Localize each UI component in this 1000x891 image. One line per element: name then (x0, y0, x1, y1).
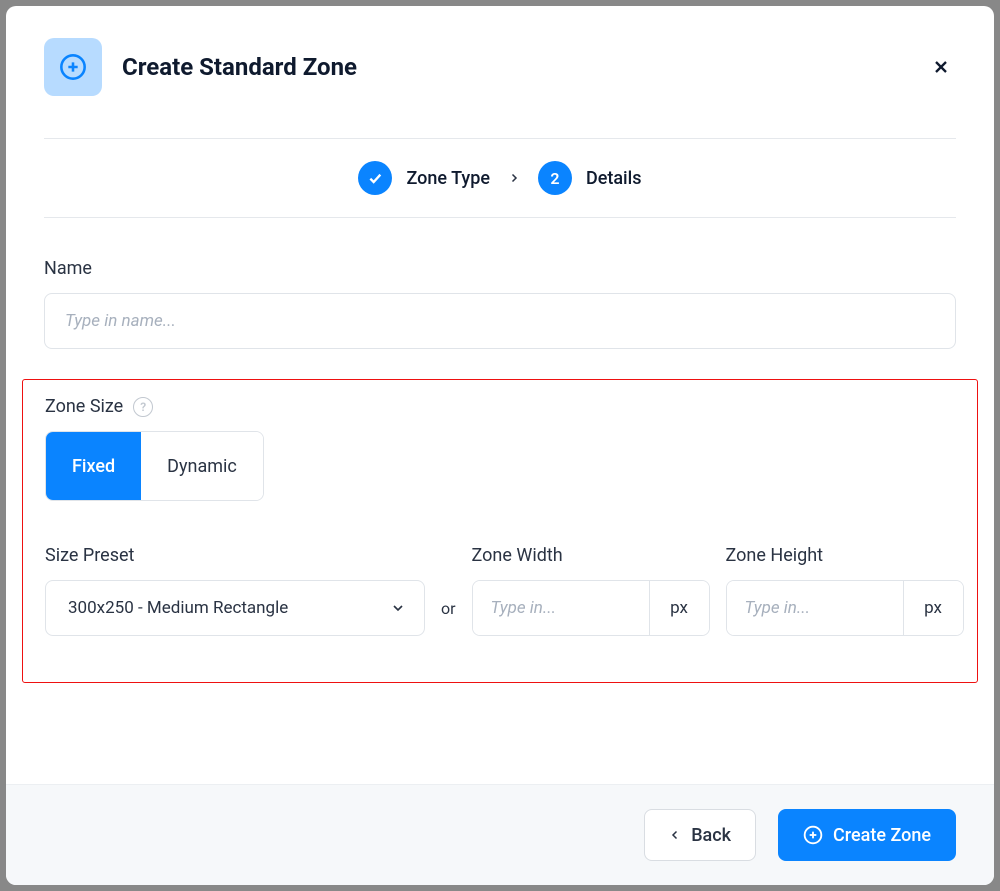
size-preset-select[interactable]: 300x250 - Medium Rectangle (45, 580, 425, 636)
step-label: Zone Type (406, 168, 489, 189)
zone-height-unit: px (903, 581, 963, 635)
create-zone-button-label: Create Zone (833, 825, 931, 846)
zone-width-label: Zone Width (472, 545, 710, 566)
close-button[interactable] (926, 52, 956, 82)
zone-height-field: Zone Height px (726, 545, 964, 636)
zone-size-fixed-button[interactable]: Fixed (46, 432, 141, 500)
zone-width-input-wrap: px (472, 580, 710, 636)
step-details[interactable]: 2 Details (538, 161, 642, 195)
zone-size-toggle: Fixed Dynamic (45, 431, 264, 501)
size-preset-field: Size Preset 300x250 - Medium Rectangle (45, 545, 425, 636)
zone-size-section: Zone Size ? Fixed Dynamic Size Preset 30… (22, 379, 978, 683)
chevron-right-icon (508, 172, 520, 184)
close-icon (931, 57, 951, 77)
create-zone-modal: Create Standard Zone Zone Type (6, 6, 994, 885)
modal-body: Create Standard Zone Zone Type (6, 6, 994, 784)
zone-width-field: Zone Width px (472, 545, 710, 636)
zone-height-label: Zone Height (726, 545, 964, 566)
step-label: Details (586, 168, 642, 189)
zone-height-input-wrap: px (726, 580, 964, 636)
zone-width-input[interactable] (473, 581, 649, 635)
help-icon[interactable]: ? (133, 397, 153, 417)
back-button[interactable]: Back (644, 809, 756, 861)
step-zone-type[interactable]: Zone Type (358, 161, 489, 195)
check-icon (358, 161, 392, 195)
or-text: or (441, 580, 456, 636)
chevron-down-icon (390, 600, 406, 616)
zone-height-input[interactable] (727, 581, 903, 635)
step-number: 2 (538, 161, 572, 195)
zone-size-label-text: Zone Size (45, 396, 123, 417)
plus-circle-icon (803, 825, 823, 845)
size-row: Size Preset 300x250 - Medium Rectangle o… (45, 545, 955, 636)
zone-size-dynamic-button[interactable]: Dynamic (141, 432, 263, 500)
plus-circle-icon (44, 38, 102, 96)
size-preset-value: 300x250 - Medium Rectangle (68, 598, 288, 618)
modal-title: Create Standard Zone (122, 53, 906, 81)
name-field: Name (44, 258, 956, 349)
zone-size-label: Zone Size ? (45, 396, 955, 417)
stepper: Zone Type 2 Details (44, 138, 956, 218)
name-label: Name (44, 258, 956, 279)
back-button-label: Back (691, 825, 731, 846)
chevron-left-icon (669, 829, 681, 841)
zone-width-unit: px (649, 581, 709, 635)
create-zone-button[interactable]: Create Zone (778, 809, 956, 861)
modal-header: Create Standard Zone (44, 38, 956, 96)
size-preset-label: Size Preset (45, 545, 425, 566)
name-input[interactable] (44, 293, 956, 349)
modal-footer: Back Create Zone (6, 784, 994, 885)
